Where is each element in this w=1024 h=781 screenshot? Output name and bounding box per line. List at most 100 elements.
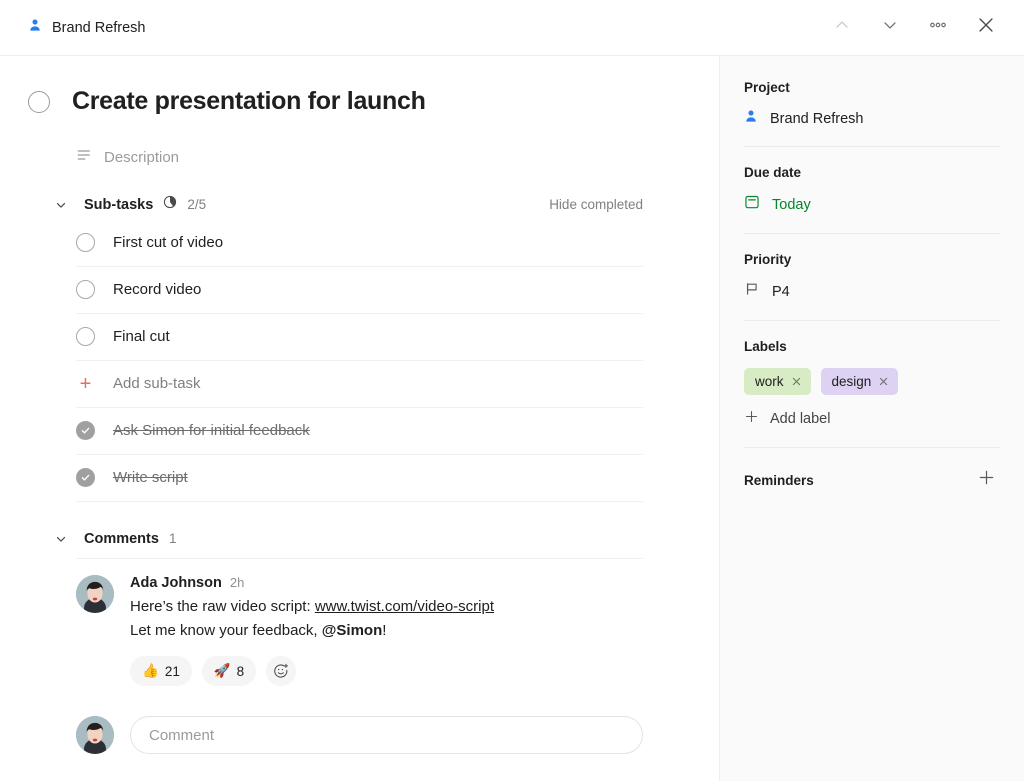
subtask-row[interactable]: Write script: [76, 455, 643, 502]
next-task-button[interactable]: [870, 8, 910, 48]
window-actions: [822, 8, 1006, 48]
comment-text: Here’s the raw video script: www.twist.c…: [130, 595, 643, 645]
plus-icon: [744, 409, 759, 429]
label-pill-work[interactable]: work: [744, 368, 811, 395]
reminders-group: Reminders: [744, 448, 1000, 512]
priority-selector[interactable]: P4: [744, 281, 1000, 302]
add-subtask-label: Add sub-task: [113, 375, 201, 392]
add-reaction-button[interactable]: [266, 656, 297, 686]
check-icon: [81, 427, 90, 434]
subtask-checkbox[interactable]: [76, 233, 95, 252]
subtask-checkbox[interactable]: [76, 327, 95, 346]
close-icon: [975, 14, 997, 41]
task-properties-sidebar: Project Brand Refresh Due date Today Pri…: [719, 56, 1024, 781]
labels-group: Labels work design Add label: [744, 321, 1000, 448]
breadcrumb[interactable]: Brand Refresh: [28, 18, 146, 37]
close-button[interactable]: [966, 8, 1006, 48]
chevron-down-icon: [880, 15, 900, 40]
due-date-group: Due date Today: [744, 147, 1000, 234]
comments-collapse-toggle[interactable]: [48, 526, 74, 552]
label-name: design: [831, 374, 872, 389]
subtask-label: Ask Simon for initial feedback: [113, 422, 310, 439]
plus-icon: [978, 469, 995, 491]
subtasks-list: First cut of video Record video Final cu…: [76, 220, 643, 502]
subtask-checkbox[interactable]: [76, 280, 95, 299]
reminders-label: Reminders: [744, 472, 814, 488]
subtask-row[interactable]: Record video: [76, 267, 643, 314]
plus-icon: +: [79, 372, 92, 395]
person-icon: [28, 18, 42, 37]
priority-label: Priority: [744, 252, 792, 267]
breadcrumb-project-name: Brand Refresh: [52, 19, 146, 36]
priority-value: P4: [772, 283, 790, 300]
more-horizontal-icon: [927, 14, 949, 41]
comment-line-2: Let me know your feedback, @Simon!: [130, 619, 643, 644]
task-complete-checkbox[interactable]: [28, 91, 50, 113]
task-detail-window: Brand Refresh Create presentation for la…: [0, 0, 1024, 781]
subtask-row[interactable]: Ask Simon for initial feedback: [76, 408, 643, 455]
reaction-thumbs-up[interactable]: 👍 21: [130, 656, 192, 686]
more-options-button[interactable]: [918, 8, 958, 48]
comment-line-1-prefix: Here’s the raw video script:: [130, 597, 315, 615]
avatar[interactable]: [76, 574, 114, 613]
subtask-label: Write script: [113, 469, 188, 486]
subtask-checkbox[interactable]: [76, 468, 95, 487]
reaction-count: 8: [236, 663, 245, 679]
rocket-emoji: 🚀: [213, 663, 231, 678]
comments-count: 1: [168, 531, 177, 546]
comment-timestamp: 2h: [229, 574, 245, 590]
due-date-label: Due date: [744, 165, 802, 180]
subtask-label: First cut of video: [113, 234, 224, 251]
close-icon[interactable]: [791, 376, 802, 387]
subtask-row[interactable]: Final cut: [76, 314, 643, 361]
add-subtask-button[interactable]: + Add sub-task: [76, 361, 643, 408]
comment-line-2-suffix: !: [382, 622, 387, 640]
project-selector[interactable]: Brand Refresh: [744, 109, 1000, 128]
task-description-field[interactable]: Description: [28, 141, 659, 174]
subtasks-section: Sub-tasks 2/5 Hide completed First cut o…: [28, 192, 659, 502]
project-group: Project Brand Refresh: [744, 80, 1000, 147]
thumbs-up-emoji: 👍: [142, 663, 159, 678]
task-header: Create presentation for launch: [28, 86, 659, 117]
subtask-row[interactable]: First cut of video: [76, 220, 643, 267]
due-date-selector[interactable]: Today: [744, 194, 1000, 215]
window-body: Create presentation for launch Descripti…: [0, 56, 1024, 781]
chevron-down-icon: [56, 202, 66, 208]
comment-line-2-prefix: Let me know your feedback,: [130, 622, 322, 640]
close-icon[interactable]: [878, 376, 889, 387]
subtasks-collapse-toggle[interactable]: [48, 192, 74, 218]
label-name: work: [755, 374, 784, 389]
hide-completed-button[interactable]: Hide completed: [549, 197, 659, 212]
due-date-value: Today: [772, 196, 811, 213]
labels-list: work design: [744, 368, 1000, 395]
add-reminder-button[interactable]: [972, 466, 1000, 494]
subtasks-progress-icon: [163, 195, 177, 214]
calendar-icon: [744, 194, 760, 215]
top-bar: Brand Refresh: [0, 0, 1024, 56]
chevron-up-icon: [832, 15, 852, 40]
comment-meta: Ada Johnson 2h: [130, 575, 643, 591]
project-label: Project: [744, 80, 790, 95]
add-label-button[interactable]: Add label: [744, 409, 1000, 429]
comment-input[interactable]: [130, 716, 643, 754]
reminders-header: Reminders: [744, 466, 1000, 494]
priority-group: Priority P4: [744, 234, 1000, 321]
add-reaction-icon: [274, 663, 289, 678]
description-lines-icon: [76, 147, 92, 168]
comment-mention[interactable]: @Simon: [322, 622, 382, 639]
person-icon: [744, 109, 758, 128]
description-placeholder: Description: [104, 148, 180, 166]
reaction-rocket[interactable]: 🚀 8: [201, 656, 257, 686]
subtask-checkbox[interactable]: [76, 421, 95, 440]
labels-label: Labels: [744, 339, 787, 354]
flag-icon: [744, 281, 760, 302]
comment-link[interactable]: www.twist.com/video-script: [315, 598, 494, 615]
label-pill-design[interactable]: design: [820, 368, 899, 395]
chevron-down-icon: [56, 536, 66, 542]
page-title: Create presentation for launch: [72, 87, 426, 115]
comment-line-1: Here’s the raw video script: www.twist.c…: [130, 595, 643, 620]
comment-composer: [76, 716, 643, 754]
subtasks-progress-count: 2/5: [187, 197, 207, 212]
avatar[interactable]: [76, 716, 114, 754]
previous-task-button[interactable]: [822, 8, 862, 48]
